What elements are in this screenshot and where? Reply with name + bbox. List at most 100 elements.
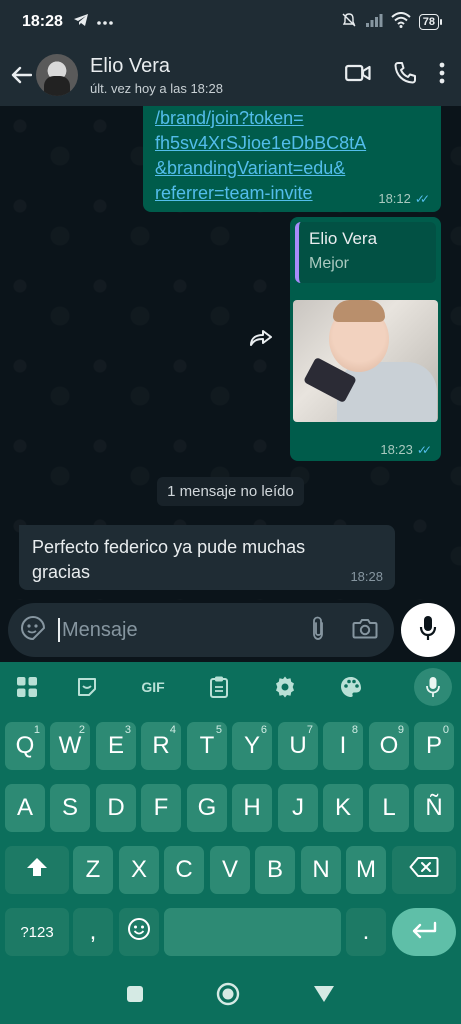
period-key[interactable]: . bbox=[346, 908, 386, 956]
key-b[interactable]: B bbox=[255, 846, 295, 894]
key-t[interactable]: T5 bbox=[187, 722, 227, 770]
shift-key[interactable] bbox=[5, 846, 69, 894]
key-s[interactable]: S bbox=[50, 784, 90, 832]
mic-icon bbox=[419, 615, 437, 646]
comma-key[interactable]: , bbox=[73, 908, 113, 956]
status-bar: 18:28 78 bbox=[0, 0, 461, 44]
key-j[interactable]: J bbox=[278, 784, 318, 832]
outgoing-message-image[interactable]: Elio Vera Mejor 18:23 ✓✓ bbox=[290, 217, 441, 461]
key-d[interactable]: D bbox=[96, 784, 136, 832]
key-i[interactable]: I8 bbox=[323, 722, 363, 770]
voice-typing-mic-icon[interactable] bbox=[414, 668, 452, 706]
back-nav-icon[interactable] bbox=[313, 985, 335, 1008]
key-enye[interactable]: Ñ bbox=[414, 784, 454, 832]
attach-icon[interactable] bbox=[310, 615, 326, 646]
sticker-tool-icon[interactable] bbox=[54, 662, 120, 712]
avatar[interactable] bbox=[36, 54, 78, 96]
enter-icon bbox=[410, 918, 438, 946]
home-icon[interactable] bbox=[216, 982, 240, 1011]
battery-indicator: 78 bbox=[418, 14, 443, 30]
video-call-icon[interactable] bbox=[345, 64, 371, 87]
back-arrow-icon[interactable] bbox=[8, 55, 34, 95]
more-notifications-icon bbox=[97, 13, 113, 31]
key-c[interactable]: C bbox=[164, 846, 204, 894]
voice-call-icon[interactable] bbox=[393, 61, 417, 90]
message-link[interactable]: /brand/join?token= fh5sv4XrSJioe1eDbBC8t… bbox=[155, 106, 366, 206]
enter-key[interactable] bbox=[392, 908, 456, 956]
key-y[interactable]: Y6 bbox=[232, 722, 272, 770]
key-o[interactable]: O9 bbox=[369, 722, 409, 770]
shift-icon bbox=[25, 856, 49, 885]
key-h[interactable]: H bbox=[232, 784, 272, 832]
key-w[interactable]: W2 bbox=[50, 722, 90, 770]
photo-subject-hair bbox=[333, 300, 385, 322]
key-a[interactable]: A bbox=[5, 784, 45, 832]
gif-button[interactable]: GIF bbox=[120, 662, 186, 712]
key-l[interactable]: L bbox=[369, 784, 409, 832]
chat-area[interactable]: /brand/join?token= fh5sv4XrSJioe1eDbBC8t… bbox=[0, 106, 461, 610]
keyboard-row-1: Q1 W2 E3 R4 T5 Y6 U7 I8 O9 P0 bbox=[0, 722, 461, 770]
emoji-key[interactable] bbox=[119, 908, 159, 956]
mute-icon bbox=[341, 12, 357, 33]
unread-banner: 1 mensaje no leído bbox=[0, 475, 461, 507]
key-k[interactable]: K bbox=[323, 784, 363, 832]
quoted-message[interactable]: Elio Vera Mejor bbox=[295, 222, 436, 283]
text-cursor bbox=[58, 618, 60, 642]
keyboard-row-4: ?123 , . bbox=[0, 908, 461, 956]
message-composer: Mensaje bbox=[0, 600, 461, 662]
key-q[interactable]: Q1 bbox=[5, 722, 45, 770]
key-e[interactable]: E3 bbox=[96, 722, 136, 770]
more-options-icon[interactable] bbox=[439, 62, 445, 89]
key-v[interactable]: V bbox=[210, 846, 250, 894]
apps-grid-icon[interactable] bbox=[0, 662, 54, 712]
key-g[interactable]: G bbox=[187, 784, 227, 832]
read-receipt-icon: ✓✓ bbox=[416, 442, 432, 457]
voice-record-button[interactable] bbox=[401, 603, 455, 657]
incoming-message[interactable]: Perfecto federico ya pude muchas gracias… bbox=[19, 525, 395, 590]
message-time: 18:23 bbox=[380, 442, 413, 457]
settings-gear-icon[interactable] bbox=[252, 662, 318, 712]
key-p[interactable]: P0 bbox=[414, 722, 454, 770]
backspace-icon bbox=[409, 856, 439, 885]
contact-name: Elio Vera bbox=[90, 54, 171, 77]
message-meta: 18:28 bbox=[350, 569, 383, 584]
last-seen: últ. vez hoy a las 18:28 bbox=[90, 80, 223, 96]
contact-info[interactable]: Elio Vera últ. vez hoy a las 18:28 bbox=[90, 55, 345, 96]
message-time: 18:12 bbox=[378, 191, 411, 206]
status-time: 18:28 bbox=[22, 13, 63, 30]
keyboard-row-3: Z X C V B N M bbox=[0, 846, 461, 894]
sticker-icon[interactable] bbox=[20, 615, 46, 646]
theme-palette-icon[interactable] bbox=[318, 662, 384, 712]
signal-icon bbox=[365, 13, 383, 32]
space-key[interactable] bbox=[164, 908, 341, 956]
unread-banner-text: 1 mensaje no leído bbox=[157, 476, 304, 506]
emoji-icon bbox=[127, 917, 151, 948]
forward-icon[interactable] bbox=[247, 326, 275, 350]
system-nav-bar bbox=[0, 968, 461, 1024]
message-photo[interactable] bbox=[293, 300, 438, 422]
keyboard-toolbar: GIF bbox=[0, 662, 461, 712]
key-m[interactable]: M bbox=[346, 846, 386, 894]
symbols-key[interactable]: ?123 bbox=[5, 908, 69, 956]
message-placeholder: Mensaje bbox=[62, 618, 138, 641]
key-r[interactable]: R4 bbox=[141, 722, 181, 770]
message-meta: 18:12 ✓✓ bbox=[378, 191, 430, 206]
message-time: 18:28 bbox=[350, 569, 383, 584]
clipboard-icon[interactable] bbox=[186, 662, 252, 712]
key-n[interactable]: N bbox=[301, 846, 341, 894]
read-receipt-icon: ✓✓ bbox=[414, 191, 430, 206]
key-z[interactable]: Z bbox=[73, 846, 113, 894]
recents-icon[interactable] bbox=[126, 985, 144, 1008]
key-f[interactable]: F bbox=[141, 784, 181, 832]
chat-header: Elio Vera últ. vez hoy a las 18:28 bbox=[0, 44, 461, 106]
message-text: Perfecto federico ya pude muchas gracias bbox=[32, 537, 306, 582]
keyboard-row-2: A S D F G H J K L Ñ bbox=[0, 784, 461, 832]
quoted-text: Mejor bbox=[309, 255, 350, 272]
key-u[interactable]: U7 bbox=[278, 722, 318, 770]
key-x[interactable]: X bbox=[119, 846, 159, 894]
backspace-key[interactable] bbox=[392, 846, 456, 894]
outgoing-message-link[interactable]: /brand/join?token= fh5sv4XrSJioe1eDbBC8t… bbox=[143, 106, 441, 212]
camera-icon[interactable] bbox=[352, 617, 378, 644]
message-input[interactable]: Mensaje bbox=[8, 603, 394, 657]
quoted-author: Elio Vera bbox=[309, 229, 378, 248]
